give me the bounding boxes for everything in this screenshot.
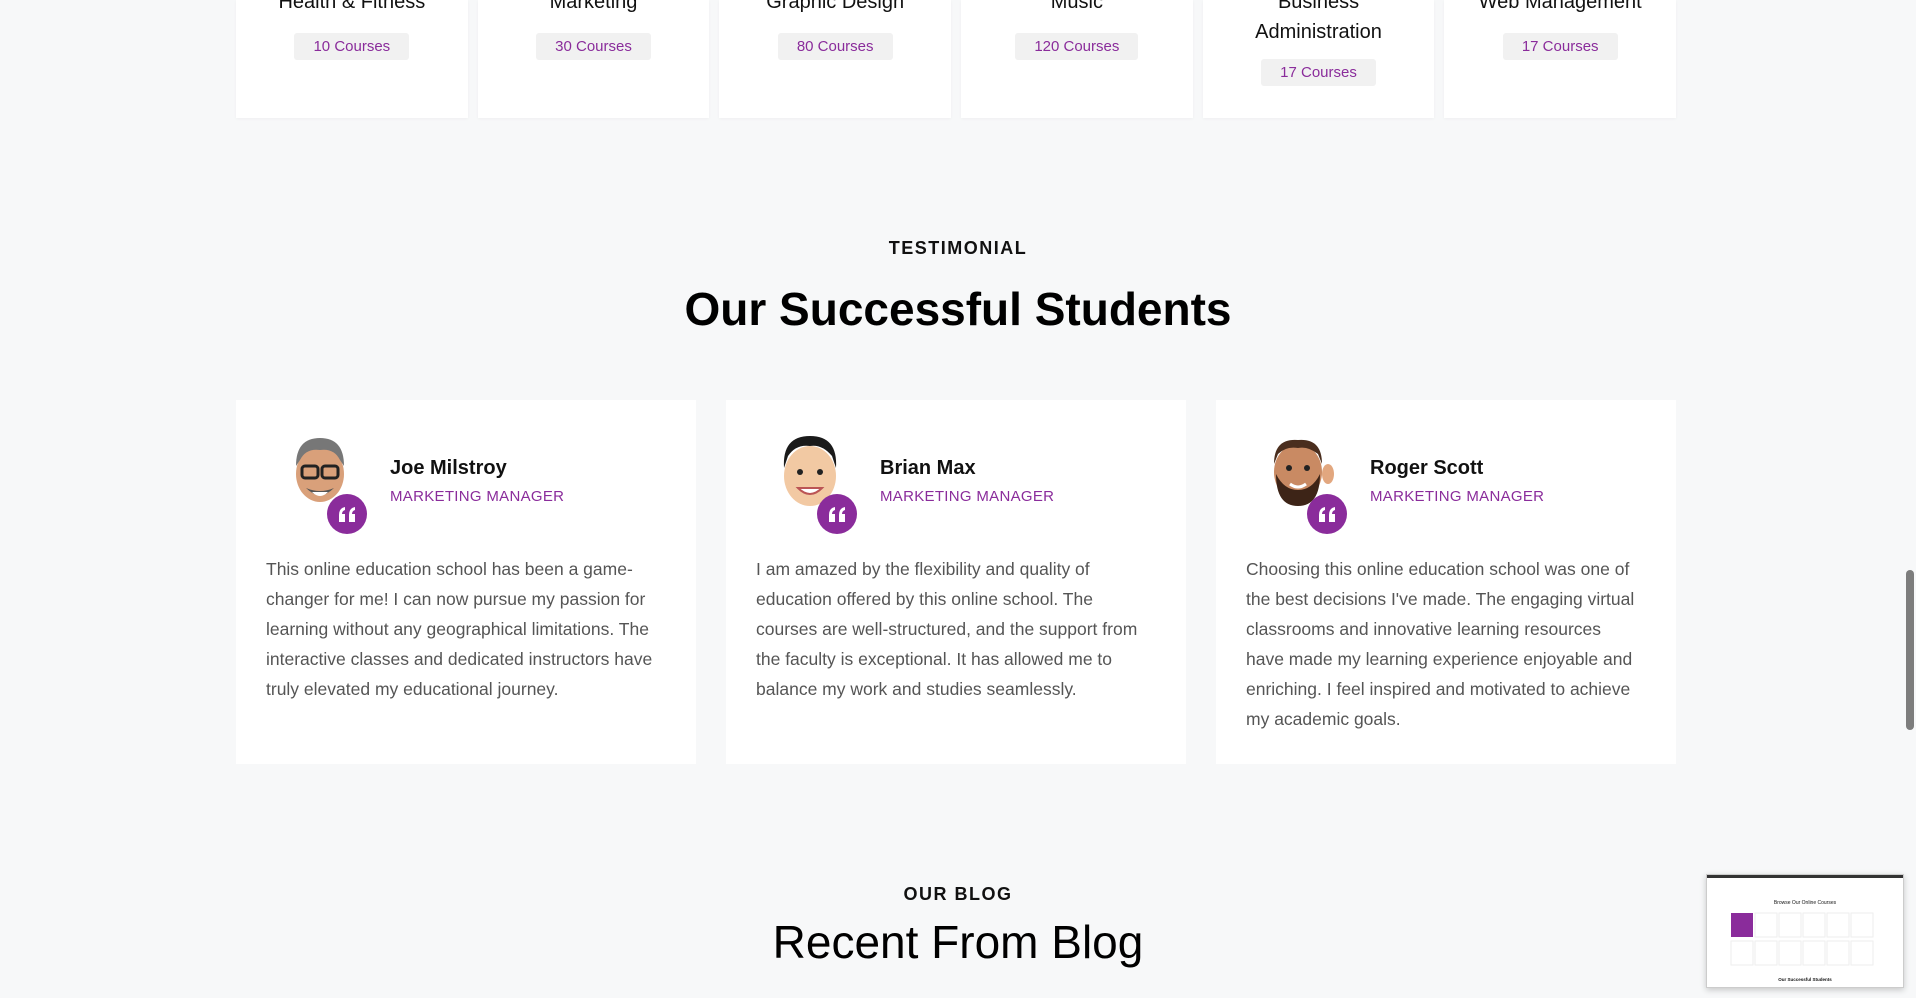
category-card[interactable]: Business Administration 17 Courses — [1202, 0, 1435, 118]
student-name: Brian Max — [880, 457, 976, 479]
avatar — [1262, 430, 1347, 534]
category-count-badge: 17 Courses — [1502, 33, 1618, 60]
category-card[interactable]: Graphic Design 80 Courses — [719, 0, 952, 118]
blog-title: Recent From Blog — [772, 916, 1144, 968]
student-name: Joe Milstroy — [390, 457, 507, 479]
testimonial-cards: Joe Milstroy MARKETING MANAGER This onli… — [236, 400, 1676, 764]
category-name: Graphic Design — [766, 0, 905, 13]
page-preview-minimap[interactable]: Browse Our Online Courses Our Successful… — [1706, 874, 1904, 988]
category-count-badge: 17 Courses — [1261, 59, 1376, 86]
avatar — [772, 430, 857, 534]
category-name: Health & Fitness — [278, 0, 426, 13]
student-role: MARKETING MANAGER — [390, 488, 565, 505]
category-count-badge: 80 Courses — [777, 33, 893, 60]
minimap-footer: Our Successful Students — [1778, 977, 1832, 982]
category-card[interactable]: Web Management 17 Courses — [1444, 0, 1677, 118]
category-card[interactable]: Marketing 30 Courses — [477, 0, 710, 118]
category-card[interactable]: Health & Fitness 10 Courses — [236, 0, 468, 118]
category-count-badge: 10 Courses — [294, 33, 410, 60]
scrollbar-thumb[interactable] — [1906, 570, 1914, 730]
category-name: Marketing — [549, 0, 638, 13]
minimap-heading: Browse Our Online Courses — [1774, 900, 1837, 906]
category-name: Business Administration — [1255, 0, 1382, 43]
testimonial-eyebrow: TESTIMONIAL — [888, 238, 1028, 258]
testimonial-text: I am amazed by the flexibility and quali… — [756, 559, 1138, 699]
minimap-thumbnail: Browse Our Online Courses Our Successful… — [1707, 875, 1903, 982]
blog-eyebrow: OUR BLOG — [903, 884, 1013, 904]
category-card[interactable]: Music 120 Courses — [961, 0, 1193, 118]
avatar — [282, 430, 367, 534]
testimonial-card: Roger Scott MARKETING MANAGER Choosing t… — [1216, 400, 1676, 764]
testimonial-card: Brian Max MARKETING MANAGER I am amazed … — [726, 400, 1186, 764]
testimonial-text: Choosing this online education school wa… — [1246, 559, 1635, 729]
testimonial-title: Our Successful Students — [684, 283, 1232, 335]
scrollbar[interactable] — [1904, 0, 1916, 998]
category-name: Music — [1050, 0, 1103, 13]
testimonial-text: This online education school has been a … — [266, 559, 653, 699]
student-name: Roger Scott — [1370, 457, 1484, 479]
student-role: MARKETING MANAGER — [880, 488, 1055, 505]
category-count-badge: 120 Courses — [1015, 33, 1139, 60]
student-role: MARKETING MANAGER — [1370, 488, 1545, 505]
quote-icon — [1307, 494, 1347, 534]
category-count-badge: 30 Courses — [536, 33, 651, 60]
quote-icon — [817, 494, 857, 534]
testimonial-card: Joe Milstroy MARKETING MANAGER This onli… — [236, 400, 696, 764]
course-categories: Health & Fitness 10 Courses Marketing 30… — [236, 0, 1677, 118]
category-name: Web Management — [1478, 0, 1642, 13]
quote-icon — [327, 494, 367, 534]
